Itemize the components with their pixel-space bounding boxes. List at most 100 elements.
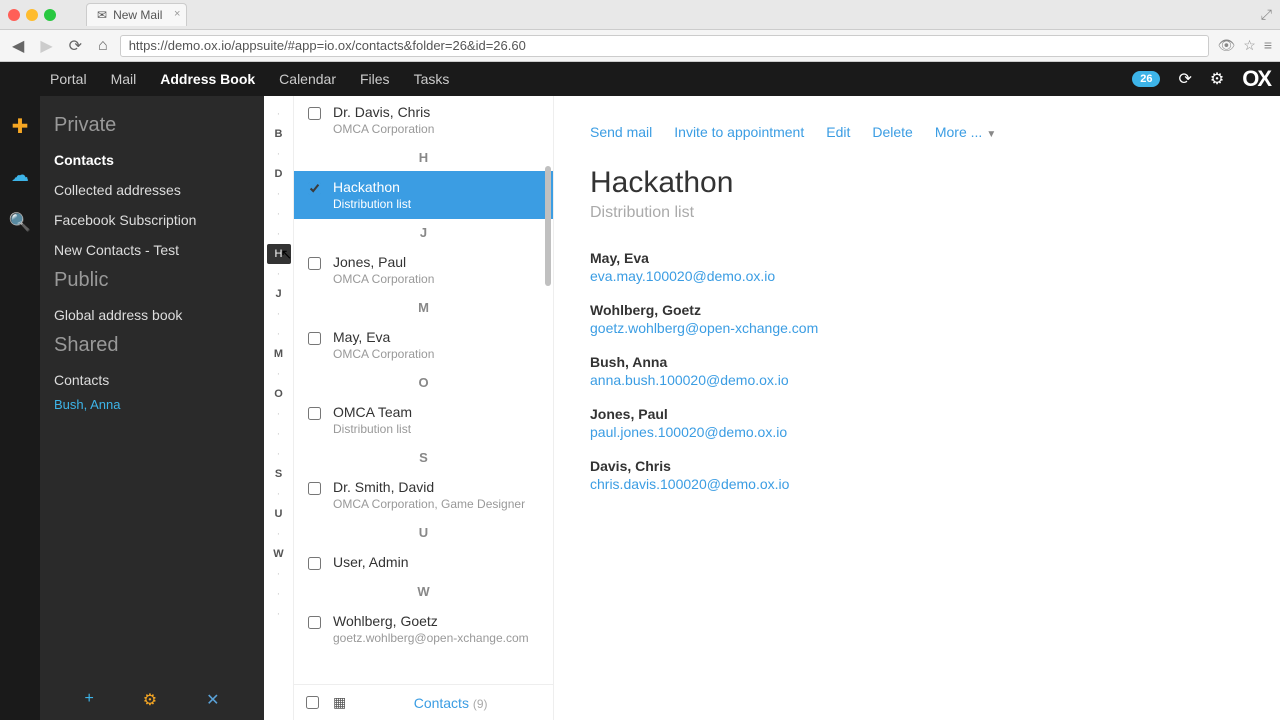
cursor-icon: ↖: [281, 244, 293, 264]
row-title: May, Eva: [333, 329, 539, 345]
url-text: https://demo.ox.io/appsuite/#app=io.ox/c…: [129, 38, 526, 53]
row-checkbox[interactable]: [308, 257, 321, 270]
select-all-checkbox[interactable]: [306, 696, 319, 709]
forward-icon[interactable]: ▶: [36, 34, 56, 58]
grid-view-icon[interactable]: ▦: [333, 694, 346, 711]
bookmark-icon[interactable]: ☆: [1243, 37, 1256, 54]
folder-contacts[interactable]: Contacts: [40, 365, 264, 395]
topnav-files[interactable]: Files: [360, 71, 390, 87]
row-subtitle: Distribution list: [333, 422, 539, 436]
detail-title: Hackathon: [590, 166, 1244, 200]
eye-icon[interactable]: 👁: [1217, 37, 1235, 54]
alpha-s[interactable]: S: [275, 464, 282, 484]
alpha-b[interactable]: B: [275, 124, 283, 144]
action-delete[interactable]: Delete: [872, 124, 912, 140]
row-checkbox[interactable]: [308, 557, 321, 570]
alpha-o[interactable]: O: [274, 384, 283, 404]
refresh-icon[interactable]: ⟳: [1178, 69, 1191, 89]
list-item[interactable]: Dr. Davis, ChrisOMCA Corporation: [294, 96, 553, 144]
alpha-dot: ·: [277, 184, 281, 204]
alpha-index[interactable]: ·B·D···H↖·J··M·O···S·U·W···: [264, 96, 294, 720]
minimize-window-icon[interactable]: [26, 9, 38, 21]
footer-label[interactable]: Contacts (9): [414, 695, 488, 711]
topnav-mail[interactable]: Mail: [111, 71, 137, 87]
sidebar-icon-rail: ✚ ☁ 🔍: [0, 96, 40, 720]
titlebar: ✉︎ New Mail × ⤢: [0, 0, 1280, 30]
list-item[interactable]: HackathonDistribution list: [294, 171, 553, 219]
maximize-window-icon[interactable]: [44, 9, 56, 21]
action-send-mail[interactable]: Send mail: [590, 124, 652, 140]
alpha-w[interactable]: W: [273, 544, 283, 564]
action-more[interactable]: More ...▼: [935, 124, 996, 140]
topnav-right: 26 ⟳ ⚙ OX: [1132, 66, 1270, 92]
tab-close-icon[interactable]: ×: [174, 8, 180, 20]
action-invite-to-appointment[interactable]: Invite to appointment: [674, 124, 804, 140]
search-icon[interactable]: 🔍: [9, 212, 31, 233]
folder-new-contacts-test[interactable]: New Contacts - Test: [40, 235, 264, 265]
alpha-m[interactable]: M: [274, 344, 283, 364]
browser-tab[interactable]: ✉︎ New Mail ×: [86, 3, 187, 26]
folder-global-address-book[interactable]: Global address book: [40, 300, 264, 330]
folder-facebook-subscription[interactable]: Facebook Subscription: [40, 205, 264, 235]
add-folder-icon[interactable]: +: [84, 690, 93, 710]
topnav-tasks[interactable]: Tasks: [414, 71, 450, 87]
list-item[interactable]: User, Admin: [294, 546, 553, 578]
folder-settings-icon[interactable]: ⚙: [143, 690, 157, 710]
back-icon[interactable]: ◀: [8, 34, 28, 58]
scrollbar[interactable]: [545, 166, 551, 286]
topnav: Portal Mail Address Book Calendar Files Tasks…: [0, 62, 1280, 96]
menu-icon[interactable]: ≡: [1264, 37, 1272, 54]
list-item[interactable]: May, EvaOMCA Corporation: [294, 321, 553, 369]
detail-pane: Send mail Invite to appointment Edit Delete…: [554, 96, 1280, 720]
alpha-dot: ·: [277, 604, 281, 624]
folder-contacts[interactable]: Contacts: [40, 145, 264, 175]
member-email[interactable]: chris.davis.100020@demo.ox.io: [590, 476, 1244, 492]
row-subtitle: OMCA Corporation, Game Designer: [333, 497, 539, 511]
member-email[interactable]: eva.may.100020@demo.ox.io: [590, 268, 1244, 284]
folder-collected-addresses[interactable]: Collected addresses: [40, 175, 264, 205]
alpha-h[interactable]: H↖: [267, 244, 291, 264]
gear-icon[interactable]: ⚙: [1210, 69, 1224, 89]
home-icon[interactable]: ⌂: [94, 35, 112, 57]
row-checkbox[interactable]: [308, 332, 321, 345]
list-divider-o: O: [294, 369, 553, 396]
folder-section-shared: Shared: [40, 330, 264, 365]
member-email[interactable]: goetz.wohlberg@open-xchange.com: [590, 320, 1244, 336]
list-item[interactable]: OMCA TeamDistribution list: [294, 396, 553, 444]
notification-badge[interactable]: 26: [1132, 71, 1160, 87]
row-checkbox[interactable]: [308, 107, 321, 120]
collapse-sidebar-icon[interactable]: ✕: [206, 690, 219, 710]
alpha-d[interactable]: D: [275, 164, 283, 184]
detail-subtitle: Distribution list: [590, 204, 1244, 222]
add-icon[interactable]: ✚: [12, 114, 29, 139]
reload-icon[interactable]: ⟳: [65, 34, 86, 58]
row-checkbox[interactable]: [308, 182, 321, 195]
alpha-dot: ·: [277, 264, 281, 284]
list-item[interactable]: Dr. Smith, DavidOMCA Corporation, Game D…: [294, 471, 553, 519]
url-input[interactable]: https://demo.ox.io/appsuite/#app=io.ox/c…: [120, 35, 1210, 57]
row-checkbox[interactable]: [308, 482, 321, 495]
action-edit[interactable]: Edit: [826, 124, 850, 140]
window-controls: [8, 9, 56, 21]
row-title: Jones, Paul: [333, 254, 539, 270]
close-window-icon[interactable]: [8, 9, 20, 21]
row-checkbox[interactable]: [308, 407, 321, 420]
topnav-calendar[interactable]: Calendar: [279, 71, 336, 87]
row-subtitle: OMCA Corporation: [333, 272, 539, 286]
urlbar: ◀ ▶ ⟳ ⌂ https://demo.ox.io/appsuite/#app…: [0, 30, 1280, 62]
list-item[interactable]: Jones, Paul OMCA Corporation: [294, 246, 553, 294]
member-email[interactable]: paul.jones.100020@demo.ox.io: [590, 424, 1244, 440]
expand-icon[interactable]: ⤢: [1261, 6, 1272, 23]
alpha-u[interactable]: U: [275, 504, 283, 524]
alpha-dot: ·: [277, 364, 281, 384]
list-item[interactable]: Wohlberg, Goetzgoetz.wohlberg@open-xchan…: [294, 605, 553, 653]
member: Bush, Annaanna.bush.100020@demo.ox.io: [590, 354, 1244, 388]
alpha-j[interactable]: J: [275, 284, 281, 304]
cloud-icon[interactable]: ☁: [11, 165, 29, 186]
url-right-icons: 👁 ☆ ≡: [1217, 37, 1272, 54]
foldertree-bottom: + ⚙ ✕: [40, 690, 264, 710]
member-email[interactable]: anna.bush.100020@demo.ox.io: [590, 372, 1244, 388]
row-checkbox[interactable]: [308, 616, 321, 629]
topnav-address-book[interactable]: Address Book: [160, 71, 255, 87]
topnav-portal[interactable]: Portal: [50, 71, 87, 87]
